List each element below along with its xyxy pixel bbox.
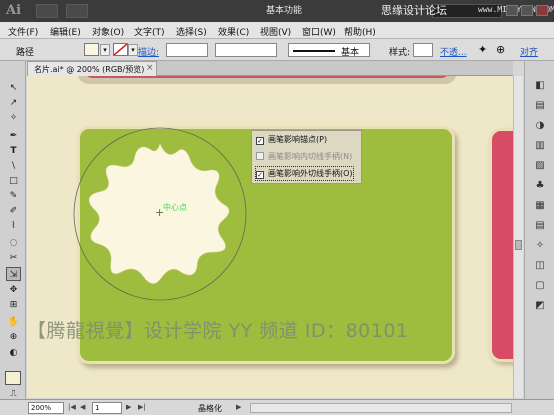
- menu-effect[interactable]: 效果(C): [218, 25, 249, 38]
- crystallize-artwork[interactable]: [27, 76, 513, 398]
- rectangle-tool-icon[interactable]: □: [6, 174, 21, 188]
- menu-help[interactable]: 帮助(H): [344, 25, 376, 38]
- zoom-tool-icon[interactable]: ⊕: [6, 330, 21, 344]
- application-bar: Ai 基本功能 思缘设计论坛 www.MISSYUAN.COM: [0, 0, 554, 22]
- paintbrush-tool-icon[interactable]: ✎: [6, 189, 21, 203]
- menu-file[interactable]: 文件(F): [8, 25, 38, 38]
- symbols-icon[interactable]: ▨: [533, 159, 547, 172]
- gradient-tool-icon[interactable]: ◐: [6, 346, 21, 360]
- close-window-button[interactable]: [536, 5, 548, 16]
- artboard-number-field[interactable]: 1: [92, 402, 122, 414]
- magic-wand-tool-icon[interactable]: ✧: [6, 111, 21, 125]
- current-tool-status: 晶格化: [198, 404, 222, 413]
- gradient-panel-icon[interactable]: ◫: [533, 259, 547, 272]
- panel-dock: ◧ ▤ ◑ ▥ ▨ ♣ ▦ ▤ ✧ ◫ ▢ ◩: [524, 61, 554, 399]
- control-bar: 路径 ▾ ▾ 描边: 基本 样式: 不透... ✦ ⊕ 对齐: [0, 39, 554, 61]
- center-point-label: 中心点: [163, 203, 187, 212]
- first-artboard-icon[interactable]: |◀: [68, 403, 76, 411]
- stroke-weight-field[interactable]: [166, 43, 208, 57]
- menu-object[interactable]: 对象(O): [92, 25, 124, 38]
- eraser-tool-icon[interactable]: ⌇: [6, 219, 21, 233]
- pen-tool-icon[interactable]: ✒: [6, 129, 21, 143]
- object-type-label: 路径: [16, 48, 35, 58]
- fill-color-box[interactable]: [5, 371, 21, 385]
- opacity-panel-link[interactable]: 不透...: [440, 45, 467, 58]
- menu-bar: 文件(F) 编辑(E) 对象(O) 文字(T) 选择(S) 效果(C) 视图(V…: [0, 22, 554, 39]
- transparency-icon[interactable]: ▢: [533, 279, 547, 292]
- fill-dropdown[interactable]: ▾: [100, 44, 110, 56]
- club-symbol-icon[interactable]: ♣: [533, 179, 547, 192]
- graphic-style-swatch[interactable]: [413, 43, 433, 57]
- workspace-switcher[interactable]: 基本功能: [266, 4, 328, 18]
- rotate-tool-icon[interactable]: ◌: [6, 236, 21, 250]
- artboard-canvas[interactable]: + 中心点 ✓ 画笔影响锚点(P) 画笔影响内切线手柄(N) ✓ 画笔影响外切线手柄…: [27, 76, 513, 398]
- checkbox-affect-anchor[interactable]: ✓: [256, 137, 264, 145]
- stroke-dropdown[interactable]: ▾: [128, 44, 138, 56]
- stroke-panel-icon[interactable]: ✧: [533, 239, 547, 252]
- checkbox-affect-in-tangent: [256, 152, 264, 160]
- status-bar: 200% |◀ ◀ 1 ▶ ▶| 晶格化 ▶: [0, 399, 554, 415]
- watermark-site-name: 思缘设计论坛: [381, 4, 447, 17]
- no-stroke-icon: [113, 43, 128, 56]
- free-transform-tool-icon[interactable]: ✥: [6, 283, 21, 297]
- selection-tool-icon[interactable]: ↖: [6, 81, 21, 95]
- checkbox-affect-out-tangent[interactable]: ✓: [256, 171, 264, 179]
- menu-window[interactable]: 窗口(W): [302, 25, 336, 38]
- layers-icon[interactable]: ◩: [533, 299, 547, 312]
- tools-panel: ↖ ↗ ✧ ✒ T \ □ ✎ ✐ ⌇ ◌ ✂ ⇲ ✥ ⊞ ✋ ⊕ ◐ ⎍: [0, 61, 26, 399]
- horizontal-scrollbar[interactable]: [250, 403, 512, 413]
- menu-view[interactable]: 视图(V): [260, 25, 291, 38]
- brush-name: 基本: [341, 48, 360, 58]
- next-artboard-icon[interactable]: ▶: [126, 403, 131, 411]
- option-affect-anchor[interactable]: ✓ 画笔影响锚点(P): [256, 133, 327, 146]
- option-affect-in-tangent: 画笔影响内切线手柄(N): [256, 150, 352, 163]
- close-tab-icon[interactable]: ×: [146, 63, 154, 73]
- maximize-button[interactable]: [521, 5, 533, 16]
- align-panel-link[interactable]: 对齐: [520, 45, 538, 58]
- crystallize-tool-icon[interactable]: ⇲: [6, 267, 21, 281]
- last-artboard-icon[interactable]: ▶|: [138, 403, 146, 411]
- minimize-button[interactable]: [506, 5, 518, 16]
- fill-swatch[interactable]: [84, 43, 99, 56]
- status-menu-icon[interactable]: ▶: [236, 403, 241, 411]
- stroke-panel-link[interactable]: 描边:: [138, 45, 159, 58]
- menu-select[interactable]: 选择(S): [176, 25, 207, 38]
- menu-type[interactable]: 文字(T): [134, 25, 165, 38]
- hand-tool-icon[interactable]: ✋: [6, 315, 21, 329]
- brush-stroke-preview: [293, 50, 335, 52]
- brush-options-panel: ✓ 画笔影响锚点(P) 画笔影响内切线手柄(N) ✓ 画笔影响外切线手柄(O): [251, 130, 362, 184]
- swatches-icon[interactable]: ◑: [533, 119, 547, 132]
- globe-icon[interactable]: ⊕: [496, 43, 505, 56]
- style-label: 样式:: [389, 48, 411, 58]
- vertical-scroll-thumb[interactable]: [515, 240, 522, 250]
- direct-selection-tool-icon[interactable]: ↗: [6, 96, 21, 110]
- scissors-tool-icon[interactable]: ✂: [6, 251, 21, 265]
- option-affect-out-tangent[interactable]: ✓ 画笔影响外切线手柄(O): [255, 166, 354, 181]
- stroke-swatch[interactable]: [113, 43, 128, 56]
- variable-width-profile[interactable]: [215, 43, 277, 57]
- graphic-styles-icon[interactable]: ▦: [533, 199, 547, 212]
- color-panel-icon[interactable]: ◧: [533, 79, 547, 92]
- brushes-icon[interactable]: ▥: [533, 139, 547, 152]
- pencil-tool-icon[interactable]: ✐: [6, 204, 21, 218]
- color-guide-icon[interactable]: ▤: [533, 99, 547, 112]
- previous-artboard-icon[interactable]: ◀: [80, 403, 85, 411]
- appearance-icon[interactable]: ▤: [533, 219, 547, 232]
- zoom-level-field[interactable]: 200%: [28, 402, 64, 414]
- document-tab-title: 名片.ai* @ 200% (RGB/预览): [34, 65, 145, 74]
- vertical-scrollbar[interactable]: [513, 76, 523, 398]
- watermark-bottom: 【腾龍視覺】设计学院 YY 频道 ID：80101: [27, 320, 409, 342]
- arrange-documents-button[interactable]: [66, 4, 88, 18]
- illustrator-logo: Ai: [6, 3, 22, 18]
- line-tool-icon[interactable]: \: [6, 159, 21, 173]
- recolor-icon[interactable]: ✦: [478, 43, 487, 56]
- menu-edit[interactable]: 编辑(E): [50, 25, 81, 38]
- type-tool-icon[interactable]: T: [6, 144, 21, 158]
- shape-builder-tool-icon[interactable]: ⊞: [6, 298, 21, 312]
- document-tab[interactable]: 名片.ai* @ 200% (RGB/预览) ×: [27, 61, 157, 76]
- bridge-button[interactable]: [36, 4, 58, 18]
- brush-definition-dropdown[interactable]: 基本: [288, 43, 370, 58]
